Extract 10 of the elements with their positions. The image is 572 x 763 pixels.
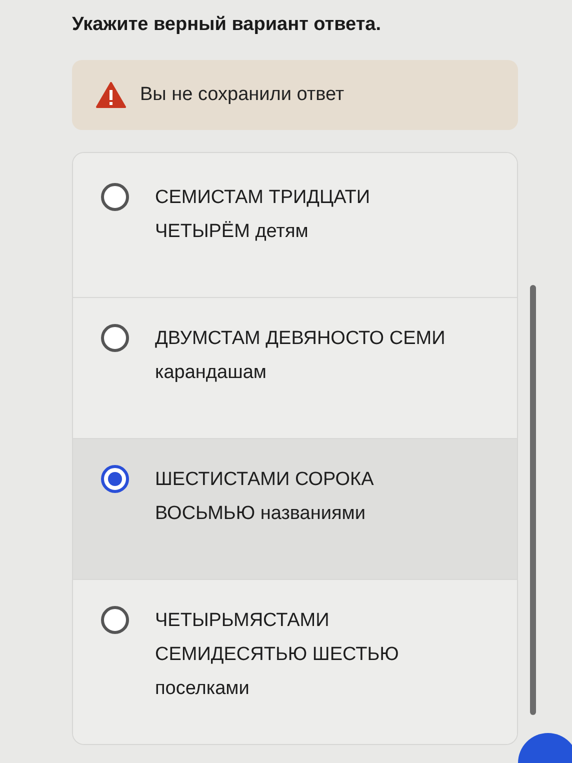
warning-icon: [96, 82, 126, 108]
scrollbar[interactable]: [530, 285, 536, 715]
warning-text: Вы не сохранили ответ: [140, 84, 344, 106]
radio-button[interactable]: [101, 183, 129, 211]
answer-option[interactable]: ЧЕТЫРЬМЯСТАМИ СЕМИДЕСЯТЬЮ ШЕСТЬЮ поселками: [73, 579, 517, 744]
answer-option[interactable]: ШЕСТИСТАМИ СОРОКА ВОСЬМЬЮ названиями: [73, 438, 517, 579]
question-title: Укажите верный вариант ответа.: [72, 14, 382, 36]
radio-button[interactable]: [101, 465, 129, 493]
radio-button[interactable]: [101, 606, 129, 634]
radio-button[interactable]: [101, 324, 129, 352]
